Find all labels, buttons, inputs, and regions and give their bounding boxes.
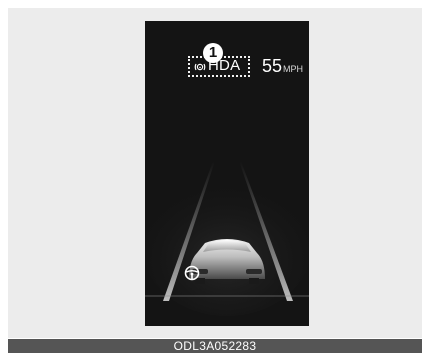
steering-wheel-icon [184,265,200,281]
hda-steering-icon [194,63,206,71]
speed-unit: MPH [283,64,304,74]
cluster-display: HDA 1 55MPH [145,21,309,326]
set-speed: 55MPH [262,56,303,77]
hud-top: HDA 1 55MPH [145,21,309,91]
illustration-frame: HDA 1 55MPH [8,8,422,338]
callout-marker: 1 [203,43,223,63]
speed-value: 55 [262,56,283,76]
image-code-caption: ODL3A052283 [8,339,422,353]
